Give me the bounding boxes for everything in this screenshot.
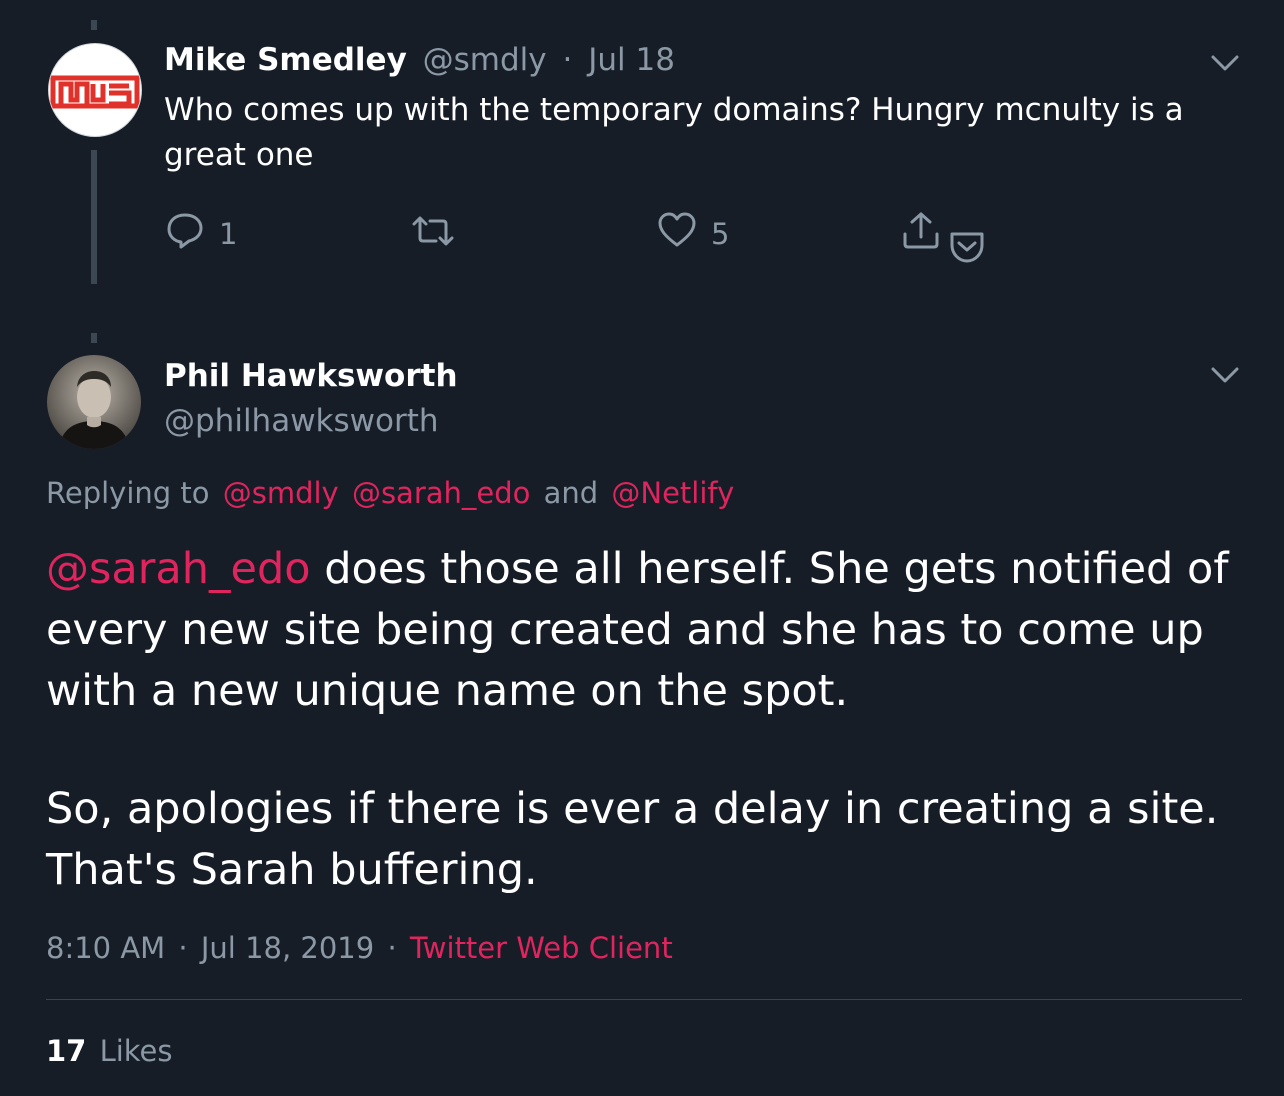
thread-line-gap [91, 333, 97, 343]
ms-logo [50, 75, 140, 109]
thread-line-top [91, 20, 97, 30]
like-count: 5 [711, 216, 730, 251]
retweet-button[interactable] [410, 212, 470, 257]
reply-count: 1 [219, 216, 238, 251]
separator: · [178, 931, 188, 965]
share-icon [900, 212, 942, 256]
likes-stat[interactable]: 17 Likes [46, 1034, 173, 1068]
like-icon [657, 210, 697, 257]
tweet-full-date[interactable]: Jul 18, 2019 [201, 931, 374, 965]
like-button[interactable]: 5 [657, 210, 729, 257]
retweet-icon [410, 212, 456, 257]
pocket-button[interactable] [948, 228, 986, 270]
separator: · [387, 931, 397, 965]
author-handle[interactable]: @smdly [423, 42, 547, 78]
replying-to-and: and [543, 476, 599, 510]
author-name[interactable]: Mike Smedley [164, 42, 407, 78]
tweet-time[interactable]: 8:10 AM [46, 931, 165, 965]
mention-link[interactable]: @sarah_edo [352, 476, 530, 510]
thread-line [91, 150, 97, 284]
likes-count: 17 [46, 1034, 87, 1068]
tweet-meta: 8:10 AM · Jul 18, 2019 · Twitter Web Cli… [46, 931, 673, 965]
reply-button[interactable]: 1 [165, 210, 237, 257]
replying-to: Replying to @smdly @sarah_edo and @Netli… [46, 476, 734, 510]
pocket-icon [948, 232, 986, 270]
replying-to-label: Replying to [46, 476, 210, 510]
author-name[interactable]: Phil Hawksworth [164, 358, 458, 394]
share-button[interactable] [900, 210, 942, 256]
body-mention-link[interactable]: @sarah_edo [46, 544, 311, 594]
mention-link[interactable]: @Netlify [611, 476, 734, 510]
profile-photo [59, 371, 129, 449]
tweet-text: Who comes up with the temporary domains?… [164, 92, 1184, 173]
tweet-header: Mike Smedley @smdly · Jul 18 [164, 42, 675, 78]
chevron-down-icon[interactable] [1209, 52, 1241, 78]
separator: · [562, 42, 573, 78]
avatar-phil-hawksworth[interactable] [47, 355, 141, 449]
tweet-body-paragraph: So, apologies if there is ever a delay i… [46, 784, 1219, 895]
avatar-mike-smedley[interactable] [48, 43, 142, 137]
divider [46, 999, 1242, 1000]
mention-link[interactable]: @smdly [223, 476, 339, 510]
reply-icon [165, 210, 205, 257]
tweet-body: @sarah_edo does those all herself. She g… [46, 539, 1246, 722]
tweet-date[interactable]: Jul 18 [588, 42, 675, 78]
likes-label: Likes [99, 1034, 173, 1068]
client-link[interactable]: Twitter Web Client [410, 931, 673, 965]
chevron-down-icon[interactable] [1209, 364, 1241, 390]
author-handle[interactable]: @philhawksworth [164, 403, 439, 439]
